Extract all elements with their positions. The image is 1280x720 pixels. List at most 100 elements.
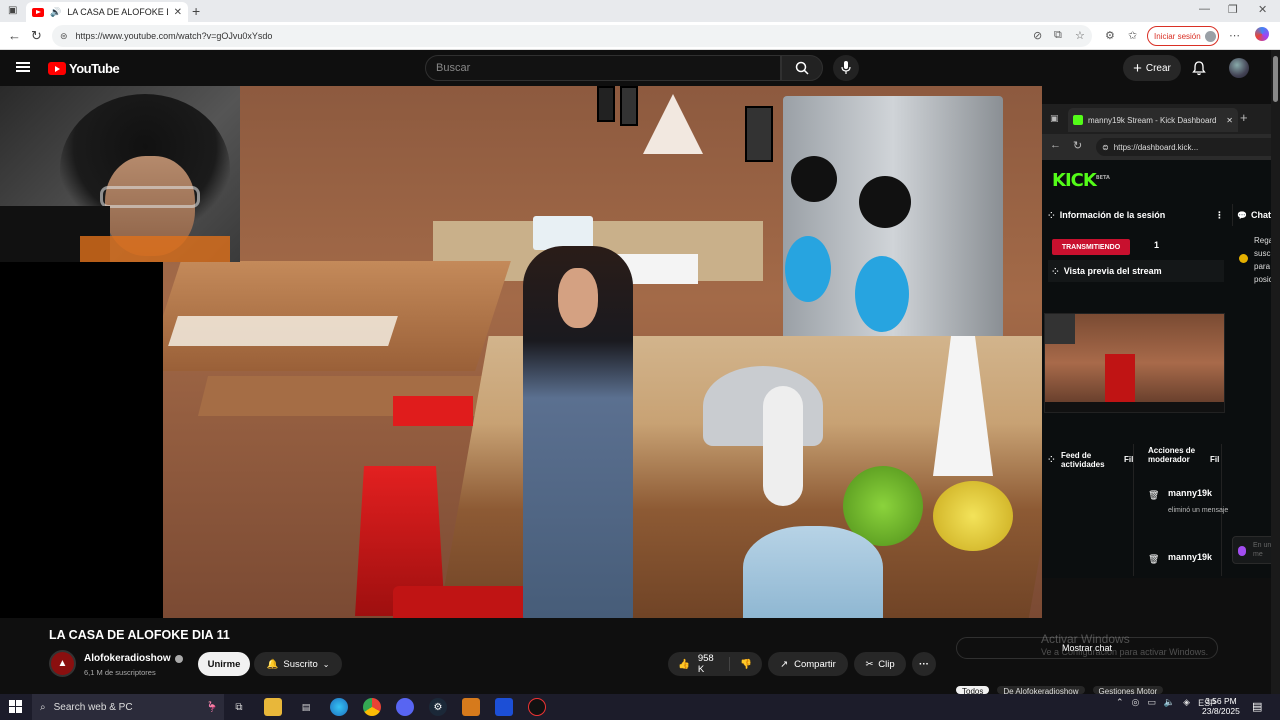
voice-search-button[interactable] xyxy=(833,55,859,81)
more-options-icon[interactable]: ⋯ xyxy=(1229,29,1240,42)
favorite-star-icon[interactable]: ☆ xyxy=(1075,29,1085,42)
copilot-icon[interactable] xyxy=(1255,27,1269,41)
scissors-icon: ✂ xyxy=(865,658,874,670)
kick-logo[interactable]: KICKBETA xyxy=(1052,170,1110,191)
chrome-icon[interactable] xyxy=(363,698,381,716)
plus-icon: + xyxy=(1133,59,1142,77)
bell-icon: 🔔 xyxy=(266,658,279,670)
edge-icon[interactable] xyxy=(330,698,348,716)
maximize-button[interactable]: ❐ xyxy=(1228,3,1238,16)
network-icon[interactable]: ▭ xyxy=(1147,697,1156,708)
page-scrollbar[interactable] xyxy=(1271,50,1280,694)
signin-button[interactable]: Iniciar sesión xyxy=(1147,26,1219,46)
file-explorer-icon[interactable] xyxy=(264,698,282,716)
kick-url-field[interactable]: ⊜ https://dashboard.kick... xyxy=(1096,138,1280,156)
dislike-button[interactable]: 👎 xyxy=(730,659,762,670)
chip-related[interactable]: Gestiones Motor xyxy=(1092,686,1164,694)
reload-icon[interactable]: ↻ xyxy=(31,28,42,44)
create-button[interactable]: + Crear xyxy=(1123,55,1181,81)
kebab-menu-icon[interactable]: ⋮ xyxy=(1215,210,1224,221)
like-button[interactable]: 👍 958 K xyxy=(668,653,731,675)
mod-action-item: 🗑 manny19k xyxy=(1148,552,1212,564)
favorites-icon[interactable]: ✩ xyxy=(1128,29,1137,42)
taskbar-clock[interactable]: 3:56 PM 23/8/2025 xyxy=(1202,696,1240,716)
url-text: https://www.youtube.com/watch?v=gOJvu0xY… xyxy=(75,31,273,41)
url-field[interactable]: ⊜ https://www.youtube.com/watch?v=gOJvu0… xyxy=(52,25,1092,47)
mod-filter-button[interactable]: Fil xyxy=(1210,455,1219,464)
share-button[interactable]: ↗ Compartir xyxy=(768,652,848,676)
subscribed-button[interactable]: 🔔 Suscrito ⌄ xyxy=(254,652,342,676)
chip-channel[interactable]: De Alofokeradioshow xyxy=(997,686,1085,694)
search-input[interactable] xyxy=(436,62,780,74)
channel-avatar[interactable]: ▲ xyxy=(49,650,76,677)
emote-icon[interactable] xyxy=(1238,546,1246,556)
sticker-black-1 xyxy=(791,156,837,202)
tray-chevron-icon[interactable]: ⌃ xyxy=(1116,697,1124,708)
mod-action-user[interactable]: manny19k xyxy=(1168,552,1212,562)
viewer-count: 1 xyxy=(1154,240,1160,250)
windows-start-icon[interactable] xyxy=(9,700,22,713)
scrollbar-thumb[interactable] xyxy=(1273,56,1278,102)
translate-icon[interactable]: ⊘ xyxy=(1033,29,1042,42)
extensions-icon[interactable]: ⚙ xyxy=(1105,29,1115,42)
kick-browser-tab[interactable]: manny19k Stream - Kick Dashboard ✕ xyxy=(1068,108,1238,132)
discord-icon[interactable] xyxy=(396,698,414,716)
window-menu-icon[interactable]: ▣ xyxy=(8,5,17,16)
notifications-bell-icon[interactable] xyxy=(1192,61,1206,76)
defender-icon[interactable]: ◈ xyxy=(1183,697,1190,708)
task-view-icon[interactable]: ⧉ xyxy=(230,698,248,716)
chip-all[interactable]: Todos xyxy=(956,686,990,694)
close-tab-icon[interactable]: ✕ xyxy=(174,7,182,18)
youtube-favicon-icon xyxy=(32,7,44,17)
join-button[interactable]: Unirme xyxy=(198,652,250,676)
reload-icon[interactable]: ↻ xyxy=(1073,139,1082,152)
browser-tab-strip: ▣ 🔊 LA CASA DE ALOFOKE DIA 1 ✕ + — ❐ ✕ xyxy=(0,0,1280,22)
share-label: Compartir xyxy=(794,658,836,670)
account-avatar[interactable] xyxy=(1229,58,1249,78)
terminal-icon[interactable]: ▤ xyxy=(297,698,315,716)
activity-feed-title: Feed de actividades xyxy=(1061,451,1105,469)
clip-button[interactable]: ✂ Clip xyxy=(854,652,906,676)
window-menu-icon[interactable]: ▣ xyxy=(1050,113,1059,124)
session-drag-icon[interactable]: ⁘ xyxy=(1048,211,1055,220)
browser-tab-youtube[interactable]: 🔊 LA CASA DE ALOFOKE DIA 1 ✕ xyxy=(26,2,188,22)
tray-app-icon[interactable]: ◎ xyxy=(1132,697,1140,708)
stream-preview-thumbnail[interactable] xyxy=(1044,313,1225,413)
preview-drag-icon[interactable]: ⁘ xyxy=(1052,267,1059,276)
app-icon[interactable] xyxy=(495,698,513,716)
youtube-logo[interactable]: YouTube xyxy=(48,61,120,76)
back-icon[interactable]: ← xyxy=(1050,139,1061,151)
minimize-button[interactable]: — xyxy=(1199,3,1210,15)
steam-icon[interactable]: ⚙ xyxy=(429,698,447,716)
trash-icon: 🗑 xyxy=(1148,554,1160,564)
reader-icon[interactable]: ⧉ xyxy=(1054,29,1062,42)
create-label: Crear xyxy=(1145,62,1171,74)
mod-action-user[interactable]: manny19k xyxy=(1168,488,1234,498)
site-info-icon: ⊜ xyxy=(1102,142,1109,152)
activity-feed-panel: ⁘ Feed de actividades Fil xyxy=(1046,444,1134,576)
moderator-actions-panel: Acciones de moderador Fil 🗑 manny19k eli… xyxy=(1138,444,1228,576)
back-icon[interactable]: ← xyxy=(8,28,21,43)
speaker-icon[interactable]: 🔊 xyxy=(50,7,61,18)
volume-icon[interactable]: 🔈 xyxy=(1164,697,1175,708)
notifications-icon[interactable]: ▤ xyxy=(1252,700,1262,713)
obs-icon[interactable] xyxy=(528,698,546,716)
new-tab-button[interactable]: + xyxy=(1240,110,1248,125)
feed-filter-button[interactable]: Fil xyxy=(1124,455,1133,464)
vlc-icon[interactable] xyxy=(462,698,480,716)
video-player[interactable] xyxy=(0,86,1042,618)
site-info-icon[interactable]: ⊜ xyxy=(60,31,68,42)
feed-drag-icon[interactable]: ⁘ xyxy=(1048,455,1055,464)
close-window-button[interactable]: ✕ xyxy=(1258,3,1267,16)
new-tab-button[interactable]: + xyxy=(192,3,200,19)
hamburger-menu-icon[interactable] xyxy=(16,62,30,72)
taskbar-search[interactable]: ⌕ Search web & PC 🦩 xyxy=(32,694,224,720)
more-actions-button[interactable]: ··· xyxy=(912,652,936,676)
search-button[interactable] xyxy=(781,55,823,81)
chevron-down-icon: ⌄ xyxy=(322,659,330,669)
stream-preview-header: ⁘ Vista previa del stream xyxy=(1048,260,1224,282)
close-tab-icon[interactable]: ✕ xyxy=(1226,116,1233,125)
water-jug xyxy=(743,526,883,618)
search-icon: ⌕ xyxy=(40,701,46,713)
channel-name[interactable]: Alofokeradioshow xyxy=(84,653,171,664)
